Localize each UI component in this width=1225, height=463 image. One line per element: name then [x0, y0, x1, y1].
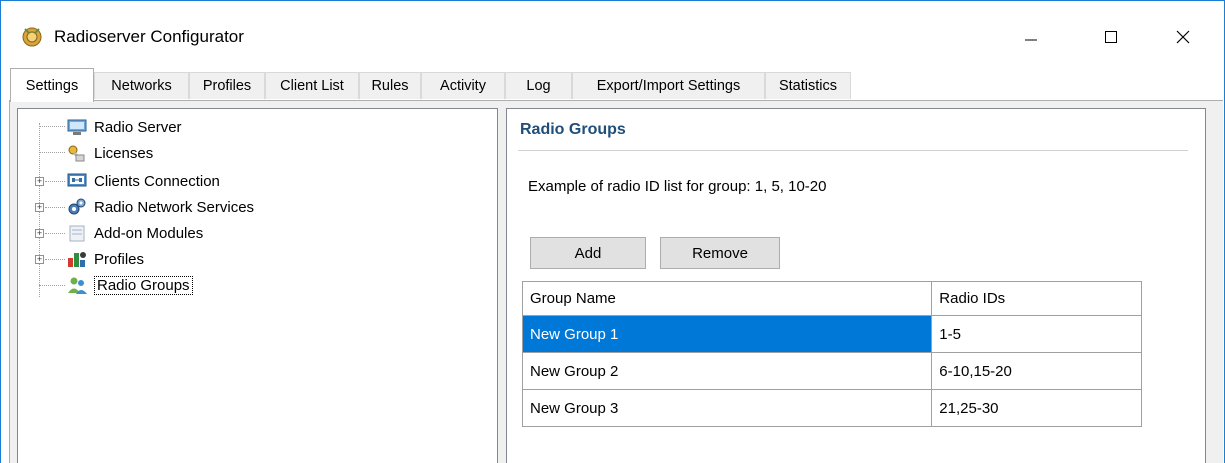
tree-item-add-on-modules[interactable]: Add-on Modules	[66, 221, 203, 245]
add-button[interactable]: Add	[530, 237, 646, 269]
close-icon	[1176, 30, 1190, 44]
group-name-cell[interactable]: New Group 2	[521, 352, 933, 390]
radio-ids-cell[interactable]: 21,25-30	[931, 389, 1142, 427]
close-button[interactable]	[1153, 15, 1213, 59]
expand-profiles-button[interactable]: +	[35, 255, 44, 264]
expand-add-on-modules-button[interactable]: +	[35, 229, 44, 238]
panel-title: Radio Groups	[520, 121, 626, 138]
minimize-icon	[1025, 39, 1037, 41]
maximize-icon	[1105, 31, 1117, 43]
settings-tree[interactable]: + + + + Radio Server Licenses Clients Co…	[17, 108, 498, 463]
title-bar[interactable]: Radioserver Configurator	[1, 1, 1224, 63]
radio-ids-cell[interactable]: 6-10,15-20	[931, 352, 1142, 390]
radio-groups-table[interactable]: Group Name Radio IDs New Group 1 1-5 New…	[521, 281, 1142, 427]
tab-rules[interactable]: Rules	[359, 72, 421, 99]
tree-item-label: Radio Groups	[94, 275, 193, 295]
tab-activity[interactable]: Activity	[421, 72, 505, 99]
tab-label: Export/Import Settings	[596, 78, 741, 94]
tree-connector	[39, 152, 65, 153]
profiles-icon	[68, 252, 86, 267]
table-row[interactable]: New Group 3 21,25-30	[521, 389, 1142, 427]
tab-settings[interactable]: Settings	[10, 68, 94, 102]
key-icon	[68, 145, 85, 162]
users-icon	[68, 277, 87, 294]
tab-label: Networks	[111, 78, 172, 94]
column-header-radio-ids[interactable]: Radio IDs	[931, 281, 1142, 316]
maximize-button[interactable]	[1081, 15, 1141, 59]
tab-label: Client List	[280, 78, 344, 94]
module-icon	[69, 225, 85, 242]
tab-export-import-settings[interactable]: Export/Import Settings	[572, 72, 765, 99]
tab-label: Rules	[371, 78, 409, 94]
tree-item-label: Radio Network Services	[94, 198, 255, 216]
minimize-button[interactable]	[1001, 15, 1061, 59]
tree-item-profiles[interactable]: Profiles	[66, 247, 144, 271]
tab-label: Settings	[25, 77, 79, 94]
table-row[interactable]: New Group 2 6-10,15-20	[521, 352, 1142, 390]
group-name-cell[interactable]: New Group 1	[521, 315, 933, 353]
remove-button[interactable]: Remove	[660, 237, 780, 269]
gears-icon	[68, 198, 86, 215]
remove-button-label: Remove	[692, 244, 748, 262]
tab-client-list[interactable]: Client List	[265, 72, 359, 99]
expand-radio-network-services-button[interactable]: +	[35, 203, 44, 212]
column-header-group-name[interactable]: Group Name	[521, 281, 933, 316]
tab-log[interactable]: Log	[505, 72, 572, 99]
radio-id-hint: Example of radio ID list for group: 1, 5…	[528, 178, 827, 195]
group-name-cell[interactable]: New Group 3	[521, 389, 933, 427]
network-icon	[67, 173, 87, 187]
tab-label: Activity	[440, 78, 486, 94]
tree-connector	[45, 207, 65, 208]
tree-connector	[45, 259, 65, 260]
app-window: Radioserver Configurator Settings Networ…	[0, 0, 1225, 463]
app-icon	[22, 27, 42, 47]
tree-item-label: Add-on Modules	[94, 224, 204, 242]
server-icon	[67, 119, 87, 135]
tab-strip: Settings Networks Profiles Client List R…	[1, 67, 1224, 102]
tab-networks[interactable]: Networks	[94, 72, 189, 99]
tab-statistics[interactable]: Statistics	[765, 72, 851, 99]
tree-item-clients-connection[interactable]: Clients Connection	[66, 169, 220, 193]
tab-profiles[interactable]: Profiles	[189, 72, 265, 99]
tree-connector	[39, 285, 65, 286]
tree-item-label: Clients Connection	[94, 172, 220, 190]
expand-clients-connection-button[interactable]: +	[35, 177, 44, 186]
tab-label: Profiles	[202, 78, 252, 94]
tree-item-radio-network-services[interactable]: Radio Network Services	[66, 195, 254, 219]
tree-connector	[45, 181, 65, 182]
tree-item-radio-groups[interactable]: Radio Groups	[66, 273, 193, 297]
tab-label: Log	[526, 78, 551, 94]
tree-item-label: Profiles	[94, 250, 145, 268]
window-title: Radioserver Configurator	[54, 27, 244, 46]
panel-divider	[518, 150, 1188, 151]
add-button-label: Add	[574, 244, 602, 262]
tree-item-radio-server[interactable]: Radio Server	[66, 115, 182, 139]
tree-item-licenses[interactable]: Licenses	[66, 141, 153, 165]
table-row[interactable]: New Group 1 1-5	[521, 315, 1142, 353]
tab-label: Statistics	[778, 78, 837, 94]
tree-item-label: Licenses	[94, 144, 154, 162]
table-header-row: Group Name Radio IDs	[521, 281, 1142, 316]
tree-connector	[39, 126, 65, 127]
tree-item-label: Radio Server	[94, 118, 182, 136]
tree-connector	[45, 233, 65, 234]
radio-ids-cell[interactable]: 1-5	[931, 315, 1142, 353]
